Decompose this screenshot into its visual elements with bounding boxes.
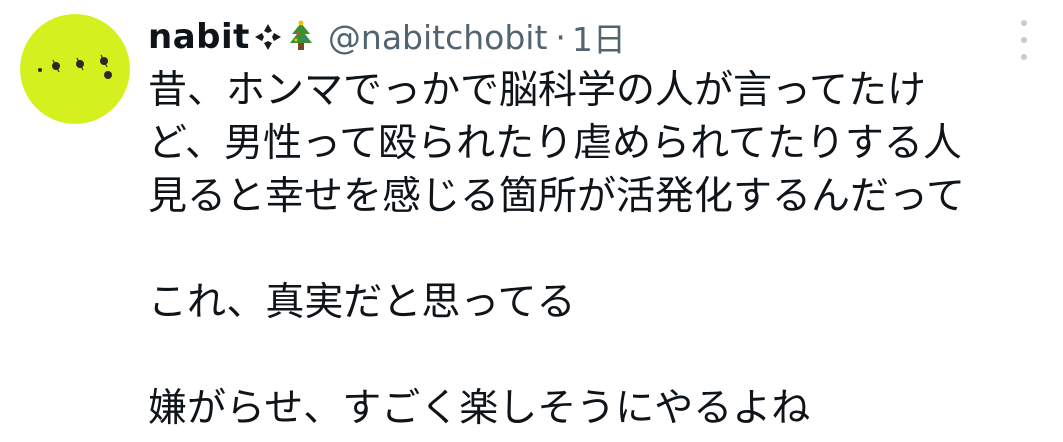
tweet-text-line: これ、真実だと思ってる [148, 280, 576, 325]
timestamp[interactable]: 1日 [572, 13, 626, 61]
tweet-text: 昔、ホンマでっかで脳科学の人が言ってたけ ど、男性って殴られたり虐められてたりす… [148, 64, 1048, 435]
more-dot-icon [1021, 20, 1027, 26]
avatar[interactable] [20, 14, 130, 124]
display-name[interactable]: nabit [148, 17, 250, 57]
more-dot-icon [1021, 54, 1027, 60]
header-separator: · [555, 17, 566, 57]
tweet-text-line [148, 223, 1048, 276]
christmas-tree-icon [286, 20, 316, 54]
tweet-header: nabit @nabitchobit · 1日 [148, 12, 626, 62]
user-handle[interactable]: @nabitchobit [328, 18, 548, 57]
diamond-sparkle-icon [253, 22, 283, 52]
more-dot-icon [1021, 37, 1027, 43]
tweet-text-line [148, 329, 1048, 382]
tweet-text-line: ど、男性って殴られたり虐められてたりする人 [148, 121, 962, 166]
tweet-text-line: 嫌がらせ、すごく楽しそうにやるよね [148, 386, 811, 431]
tweet-text-line: 見ると幸せを感じる箇所が活発化するんだって [148, 174, 966, 219]
more-options-button[interactable] [1017, 20, 1031, 60]
tweet[interactable]: nabit @nabitchobit · 1日 昔、ホンマでっかで脳科学の人が言… [0, 0, 1063, 442]
tweet-text-line: 昔、ホンマでっかで脳科学の人が言ってたけ [148, 68, 927, 113]
avatar-image [20, 14, 130, 124]
